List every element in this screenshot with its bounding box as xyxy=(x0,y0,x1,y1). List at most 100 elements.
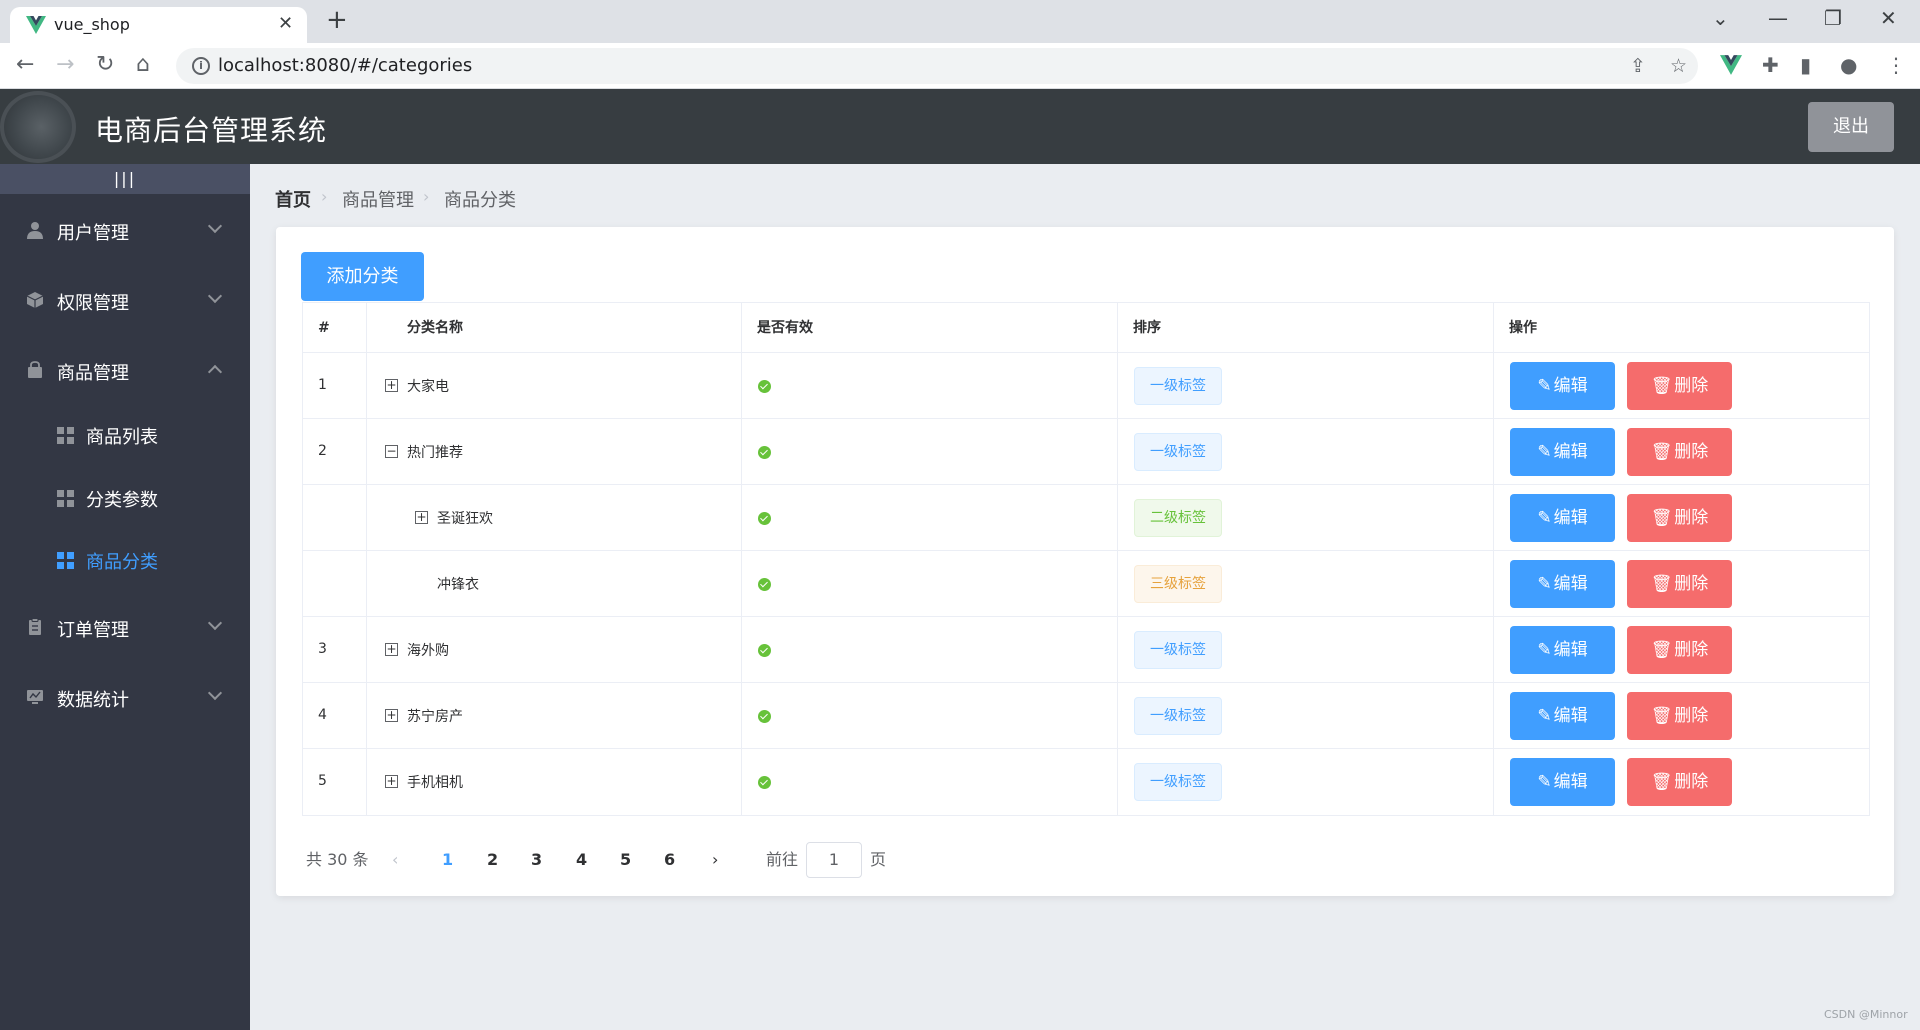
restore-icon[interactable]: ❐ xyxy=(1824,6,1842,30)
row-index: 2 xyxy=(318,443,327,459)
watermark: CSDN @Minnor xyxy=(1824,1008,1908,1021)
logout-button[interactable]: 退出 xyxy=(1808,102,1894,152)
expand-toggle-icon[interactable]: + xyxy=(385,379,398,392)
sidebar-item-label: 用户管理 xyxy=(57,223,129,244)
site-info-icon[interactable]: i xyxy=(192,57,210,75)
page-number[interactable]: 5 xyxy=(620,840,631,880)
page-number[interactable]: 2 xyxy=(487,840,498,880)
page-number[interactable]: 1 xyxy=(442,840,453,880)
tab-close-icon[interactable]: ✕ xyxy=(278,13,293,34)
column-header-actions: 操作 xyxy=(1509,320,1537,336)
home-icon[interactable]: ⌂ xyxy=(136,53,150,77)
bookmark-star-icon[interactable]: ☆ xyxy=(1670,55,1687,77)
new-tab-icon[interactable]: + xyxy=(326,6,348,34)
vue-logo-icon xyxy=(26,16,46,34)
category-name: 手机相机 xyxy=(407,775,463,791)
trash-icon: 🗑 xyxy=(1650,442,1673,462)
sidebar-subitem-label: 分类参数 xyxy=(86,490,158,511)
sidebar-subitem-label: 商品分类 xyxy=(86,552,158,573)
expand-toggle-icon[interactable]: + xyxy=(385,709,398,722)
sidebar-item-goods[interactable]: 商品管理 xyxy=(0,343,250,399)
edit-button[interactable]: ✎ 编辑 xyxy=(1510,494,1615,542)
delete-button[interactable]: 🗑 删除 xyxy=(1627,758,1732,806)
url-text[interactable]: localhost:8080/#/categories xyxy=(218,55,472,76)
table-row: 3 + 海外购 一级标签 ✎ 编辑 🗑 删除 xyxy=(303,617,1869,683)
category-name: 圣诞狂欢 xyxy=(437,511,493,527)
page-number[interactable]: 3 xyxy=(531,840,542,880)
grid-icon xyxy=(57,490,74,507)
profile-avatar-icon[interactable]: ● xyxy=(1840,53,1857,77)
tab-search-icon[interactable]: ⌄ xyxy=(1712,6,1729,30)
sidebar-item-permissions[interactable]: 权限管理 xyxy=(0,273,250,329)
edit-button[interactable]: ✎ 编辑 xyxy=(1510,758,1615,806)
edit-button[interactable]: ✎ 编辑 xyxy=(1510,560,1615,608)
check-circle-icon xyxy=(758,512,771,525)
pencil-icon: ✎ xyxy=(1537,706,1552,726)
add-category-button[interactable]: 添加分类 xyxy=(301,252,424,301)
row-index: 4 xyxy=(318,707,327,723)
delete-button[interactable]: 🗑 删除 xyxy=(1627,692,1732,740)
sidebar-subitem-categories[interactable]: 商品分类 xyxy=(0,532,250,588)
edit-button[interactable]: ✎ 编辑 xyxy=(1510,428,1615,476)
edit-button[interactable]: ✎ 编辑 xyxy=(1510,626,1615,674)
vue-devtools-icon[interactable] xyxy=(1720,55,1742,75)
sidebar-collapse-toggle[interactable]: ||| xyxy=(0,164,250,194)
breadcrumb-home[interactable]: 首页 xyxy=(275,186,311,212)
expand-toggle-icon[interactable]: + xyxy=(415,511,428,524)
column-header-sort: 排序 xyxy=(1118,303,1494,353)
content-card: 添加分类 # 分类名称 是否有效 排序 操作 1 + 大家电 一级标签 ✎ 编辑 … xyxy=(276,227,1894,896)
page-number[interactable]: 6 xyxy=(664,840,675,880)
trash-icon: 🗑 xyxy=(1650,508,1673,528)
edit-button[interactable]: ✎ 编辑 xyxy=(1510,362,1615,410)
column-header-valid: 是否有效 xyxy=(742,303,1118,353)
expand-toggle-icon[interactable]: + xyxy=(385,775,398,788)
trash-icon: 🗑 xyxy=(1650,706,1673,726)
delete-button[interactable]: 🗑 删除 xyxy=(1627,428,1732,476)
level-tag: 一级标签 xyxy=(1134,697,1222,735)
reload-icon[interactable]: ↻ xyxy=(96,53,114,77)
sidebar-item-orders[interactable]: 订单管理 xyxy=(0,600,250,656)
minimize-icon[interactable]: — xyxy=(1768,6,1788,30)
delete-button[interactable]: 🗑 删除 xyxy=(1627,560,1732,608)
check-circle-icon xyxy=(758,380,771,393)
goto-page-input[interactable]: 1 xyxy=(806,842,862,878)
extensions-puzzle-icon[interactable]: ✚ xyxy=(1762,53,1779,77)
sidebar-item-users[interactable]: 用户管理 xyxy=(0,203,250,259)
pencil-icon: ✎ xyxy=(1537,508,1552,528)
prev-page-icon[interactable]: ‹ xyxy=(392,840,398,880)
edit-button[interactable]: ✎ 编辑 xyxy=(1510,692,1615,740)
back-icon[interactable]: ← xyxy=(16,53,34,77)
monitor-icon xyxy=(27,690,43,704)
chevron-down-icon xyxy=(207,218,223,234)
delete-button[interactable]: 🗑 删除 xyxy=(1627,626,1732,674)
category-name: 大家电 xyxy=(407,379,449,395)
expand-toggle-icon[interactable]: + xyxy=(385,643,398,656)
side-panel-icon[interactable]: ▮ xyxy=(1800,53,1811,77)
collapse-toggle-icon[interactable]: − xyxy=(385,445,398,458)
delete-button[interactable]: 🗑 删除 xyxy=(1627,494,1732,542)
sidebar-subitem-goods-list[interactable]: 商品列表 xyxy=(0,407,250,463)
forward-icon[interactable]: → xyxy=(56,53,74,77)
share-icon[interactable]: ⇪ xyxy=(1630,55,1646,77)
browser-tab[interactable]: vue_shop ✕ xyxy=(10,7,307,43)
page-number[interactable]: 4 xyxy=(576,840,587,880)
cube-icon xyxy=(26,292,44,308)
pencil-icon: ✎ xyxy=(1537,574,1552,594)
breadcrumb-separator-icon: › xyxy=(423,187,430,206)
category-name: 冲锋衣 xyxy=(437,577,479,593)
window-close-icon[interactable]: ✕ xyxy=(1880,6,1897,30)
sidebar-item-statistics[interactable]: 数据统计 xyxy=(0,670,250,726)
level-tag: 二级标签 xyxy=(1134,499,1222,537)
browser-tab-bar: vue_shop ✕ + ⌄ — ❐ ✕ xyxy=(0,0,1920,43)
next-page-icon[interactable]: › xyxy=(712,840,718,880)
tab-title: vue_shop xyxy=(54,15,130,34)
sidebar-subitem-category-params[interactable]: 分类参数 xyxy=(0,470,250,526)
grid-icon xyxy=(57,427,74,444)
browser-menu-icon[interactable]: ⋮ xyxy=(1886,53,1906,77)
table-row: 4 + 苏宁房产 一级标签 ✎ 编辑 🗑 删除 xyxy=(303,683,1869,749)
user-icon xyxy=(27,222,43,239)
pencil-icon: ✎ xyxy=(1537,640,1552,660)
delete-button[interactable]: 🗑 删除 xyxy=(1627,362,1732,410)
row-index: 3 xyxy=(318,641,327,657)
address-bar[interactable]: i localhost:8080/#/categories ⇪ ☆ xyxy=(176,48,1698,84)
